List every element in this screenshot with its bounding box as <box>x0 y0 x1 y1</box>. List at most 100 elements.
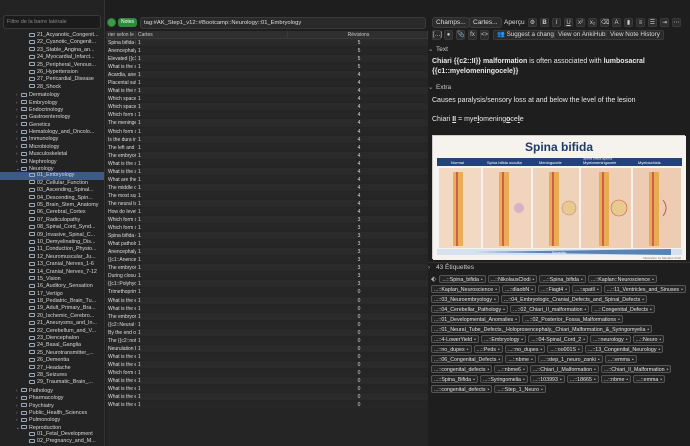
sidebar-tree-item[interactable]: 11_Conduction_Physio... <box>0 246 104 253</box>
tag-remove-icon[interactable]: ▪ <box>659 347 661 353</box>
tag-chip[interactable]: ...::Embryology ▪ <box>480 335 527 343</box>
table-row[interactable]: Elevated {{c1::...1 5 <box>106 55 428 64</box>
tag-remove-icon[interactable]: ▪ <box>598 357 600 363</box>
sidebar-tree-item[interactable]: 13_Cranial_Nerves_1-6 <box>0 261 104 268</box>
sidebar-tree-item[interactable]: › Microbiology <box>0 143 104 150</box>
table-row[interactable]: Spina bifida is...1 5 <box>106 39 428 48</box>
sidebar-tree-item[interactable]: 21_Aneurysms_and_In... <box>0 320 104 327</box>
tag-chip[interactable]: ...::Kaplan::Neuroscience ▪ <box>587 275 657 283</box>
sidebar-tree-item[interactable]: 26_Hypertension <box>0 69 104 76</box>
tag-remove-icon[interactable]: ▪ <box>647 327 649 333</box>
highlight-icon[interactable]: ▮ <box>624 18 633 27</box>
table-row[interactable]: Which form of...1 0 <box>106 368 428 377</box>
sidebar-tree-item[interactable]: › Musculoskeletal <box>0 150 104 157</box>
table-row[interactable]: The middle of...1 4 <box>106 183 428 192</box>
math-icon[interactable]: fx <box>468 30 477 40</box>
tag-remove-icon[interactable]: ▪ <box>578 347 580 353</box>
tag-chip[interactable]: ...::Congenital_Defects ▪ <box>591 305 655 313</box>
tag-remove-icon[interactable]: ▪ <box>498 357 500 363</box>
sidebar-tree-item[interactable]: ⌄ Neurology <box>0 165 104 172</box>
tag-chip[interactable]: ...::NikolausClodi ▪ <box>487 275 538 283</box>
tag-remove-icon[interactable]: ▪ <box>594 377 596 383</box>
tag-chip[interactable]: ...::02_Posterior_Fossa_Malformations ▪ <box>522 315 623 323</box>
tags-header[interactable]: › 43 Étiquettes <box>428 262 690 272</box>
tag-remove-icon[interactable]: ▪ <box>565 287 567 293</box>
tag-chip[interactable]: ...::06_Congenital_Defects ▪ <box>431 355 504 363</box>
tag-remove-icon[interactable]: ▪ <box>541 347 543 353</box>
sidebar-tree-item[interactable]: 25_Neurotransmitter_... <box>0 350 104 357</box>
tag-remove-icon[interactable]: ▪ <box>583 337 585 343</box>
preview-button[interactable]: Aperçu <box>500 17 529 28</box>
sidebar-tree-item[interactable]: 29_Traumatic_Brain_... <box>0 379 104 386</box>
tag-chip[interactable]: ...::Spina_bifida ▪ <box>539 275 586 283</box>
table-row[interactable]: Which form of...1 3 <box>106 224 428 233</box>
tag-chip[interactable]: ...::Spina_Bifida ▪ <box>431 375 478 383</box>
tag-remove-icon[interactable]: ▪ <box>488 367 490 373</box>
table-row[interactable]: Which space i...1 4 <box>106 95 428 104</box>
tag-chip[interactable]: ...::4-LowerYield ▪ <box>431 335 479 343</box>
tag-chip[interactable]: ...::103993 ▪ <box>529 375 565 383</box>
table-row[interactable]: The {{c2::noto...1 0 <box>106 336 428 345</box>
extra-field-editor[interactable]: Causes paralysis/sensory loss at and bel… <box>432 96 687 125</box>
indent-icon[interactable]: ⇥ <box>660 18 669 27</box>
table-row[interactable]: By the end of...1 0 <box>106 328 428 337</box>
sidebar-tree-item[interactable]: › Hematology_and_Oncolo... <box>0 128 104 135</box>
eraser-icon[interactable]: ⌫ <box>600 18 609 27</box>
table-row[interactable]: What is the e...1 0 <box>106 393 428 402</box>
tag-chip[interactable]: ...::spatll ▪ <box>572 285 602 293</box>
sidebar-tree-item[interactable]: 01_Fetal_Development <box>0 431 104 438</box>
tag-remove-icon[interactable]: ▪ <box>581 277 583 283</box>
settings-icon[interactable]: ⚙ <box>528 18 537 27</box>
sidebar-tree-item[interactable]: 20_Ischemic_Cerebro... <box>0 313 104 320</box>
tag-remove-icon[interactable]: ▪ <box>481 277 483 283</box>
table-row[interactable]: What is the e...1 0 <box>106 401 428 410</box>
table-row[interactable]: The most sup...1 4 <box>106 191 428 200</box>
table-row[interactable]: {{c1::Polyhydr...1 3 <box>106 280 428 289</box>
tag-remove-icon[interactable]: ▪ <box>681 287 683 293</box>
cloze-icon[interactable]: […] <box>432 30 442 40</box>
sidebar-tree-item[interactable]: 25_Peripheral_Venous... <box>0 62 104 69</box>
tag-remove-icon[interactable]: ▪ <box>541 387 543 393</box>
sidebar-tree-item[interactable]: 02_Cellular_Function <box>0 180 104 187</box>
sidebar-tree-item[interactable]: 28_Shock <box>0 84 104 91</box>
tag-remove-icon[interactable]: ▪ <box>523 377 525 383</box>
table-row[interactable]: What is the e...1 0 <box>106 360 428 369</box>
sidebar-tree-item[interactable]: 05_Brain_Stem_Anatomy <box>0 202 104 209</box>
sidebar-tree-item[interactable]: 15_Vision <box>0 276 104 283</box>
table-row[interactable]: What is the e...1 0 <box>106 385 428 394</box>
sidebar-tree-item[interactable]: 27_Headache <box>0 365 104 372</box>
tag-remove-icon[interactable]: ▪ <box>467 347 469 353</box>
tag-chip[interactable]: ...::step_1_neuro_zanki ▪ <box>537 355 603 363</box>
tag-remove-icon[interactable]: ▪ <box>531 357 533 363</box>
more-icon[interactable]: ⋯ <box>672 18 681 27</box>
sidebar-tree-item[interactable]: › Endocrinology <box>0 106 104 113</box>
tag-chip[interactable]: ...::dlaobN ▪ <box>502 285 537 293</box>
tag-remove-icon[interactable]: ▪ <box>503 307 505 313</box>
table-row[interactable]: {{c2::Neural tu...1 0 <box>106 320 428 329</box>
sidebar-tree-item[interactable]: 16_Auditory_Sensation <box>0 283 104 290</box>
tag-remove-icon[interactable]: ▪ <box>626 377 628 383</box>
table-row[interactable]: Neurulation b...1 0 <box>106 344 428 353</box>
sidebar-tree-item[interactable]: 22_Cyanotic_Congenit... <box>0 39 104 46</box>
tag-remove-icon[interactable]: ▪ <box>585 307 587 313</box>
sidebar-tree-item[interactable]: › Nephrology <box>0 158 104 165</box>
table-row[interactable]: The meninges...1 4 <box>106 119 428 128</box>
tag-remove-icon[interactable]: ▪ <box>473 377 475 383</box>
sidebar-tree-item[interactable]: › Pharmacology <box>0 394 104 401</box>
sidebar-tree-item[interactable]: 02_Pregnancy_and_M... <box>0 438 104 445</box>
table-row[interactable]: Which space i...1 4 <box>106 103 428 112</box>
suggest-change-button[interactable]: 👥 Suggest a change <box>493 30 562 40</box>
sidebar-tree-item[interactable]: 23_Stable_Angina_an... <box>0 47 104 54</box>
tag-chip[interactable]: ...::Kaplan_Neuroscience ▪ <box>431 285 501 293</box>
tag-chip[interactable]: ...::congenital_defects ▪ <box>431 385 493 393</box>
tag-chip[interactable]: ...::04_Cerebellar_Pathology ▪ <box>431 305 509 313</box>
sidebar-tree-item[interactable]: 26_Dementia <box>0 357 104 364</box>
table-row[interactable]: The embryoni...1 0 <box>106 312 428 321</box>
tag-remove-icon[interactable]: ▪ <box>523 367 525 373</box>
sidebar-tree-item[interactable]: › Psychiatry <box>0 402 104 409</box>
sidebar-tree-item[interactable]: › Gastroenterology <box>0 113 104 120</box>
table-row[interactable]: Which form of...1 3 <box>106 216 428 225</box>
tag-remove-icon[interactable]: ▪ <box>495 287 497 293</box>
table-row[interactable]: What is the ad...1 4 <box>106 159 428 168</box>
tag-chip[interactable]: ...::nbme ▪ <box>600 375 632 383</box>
